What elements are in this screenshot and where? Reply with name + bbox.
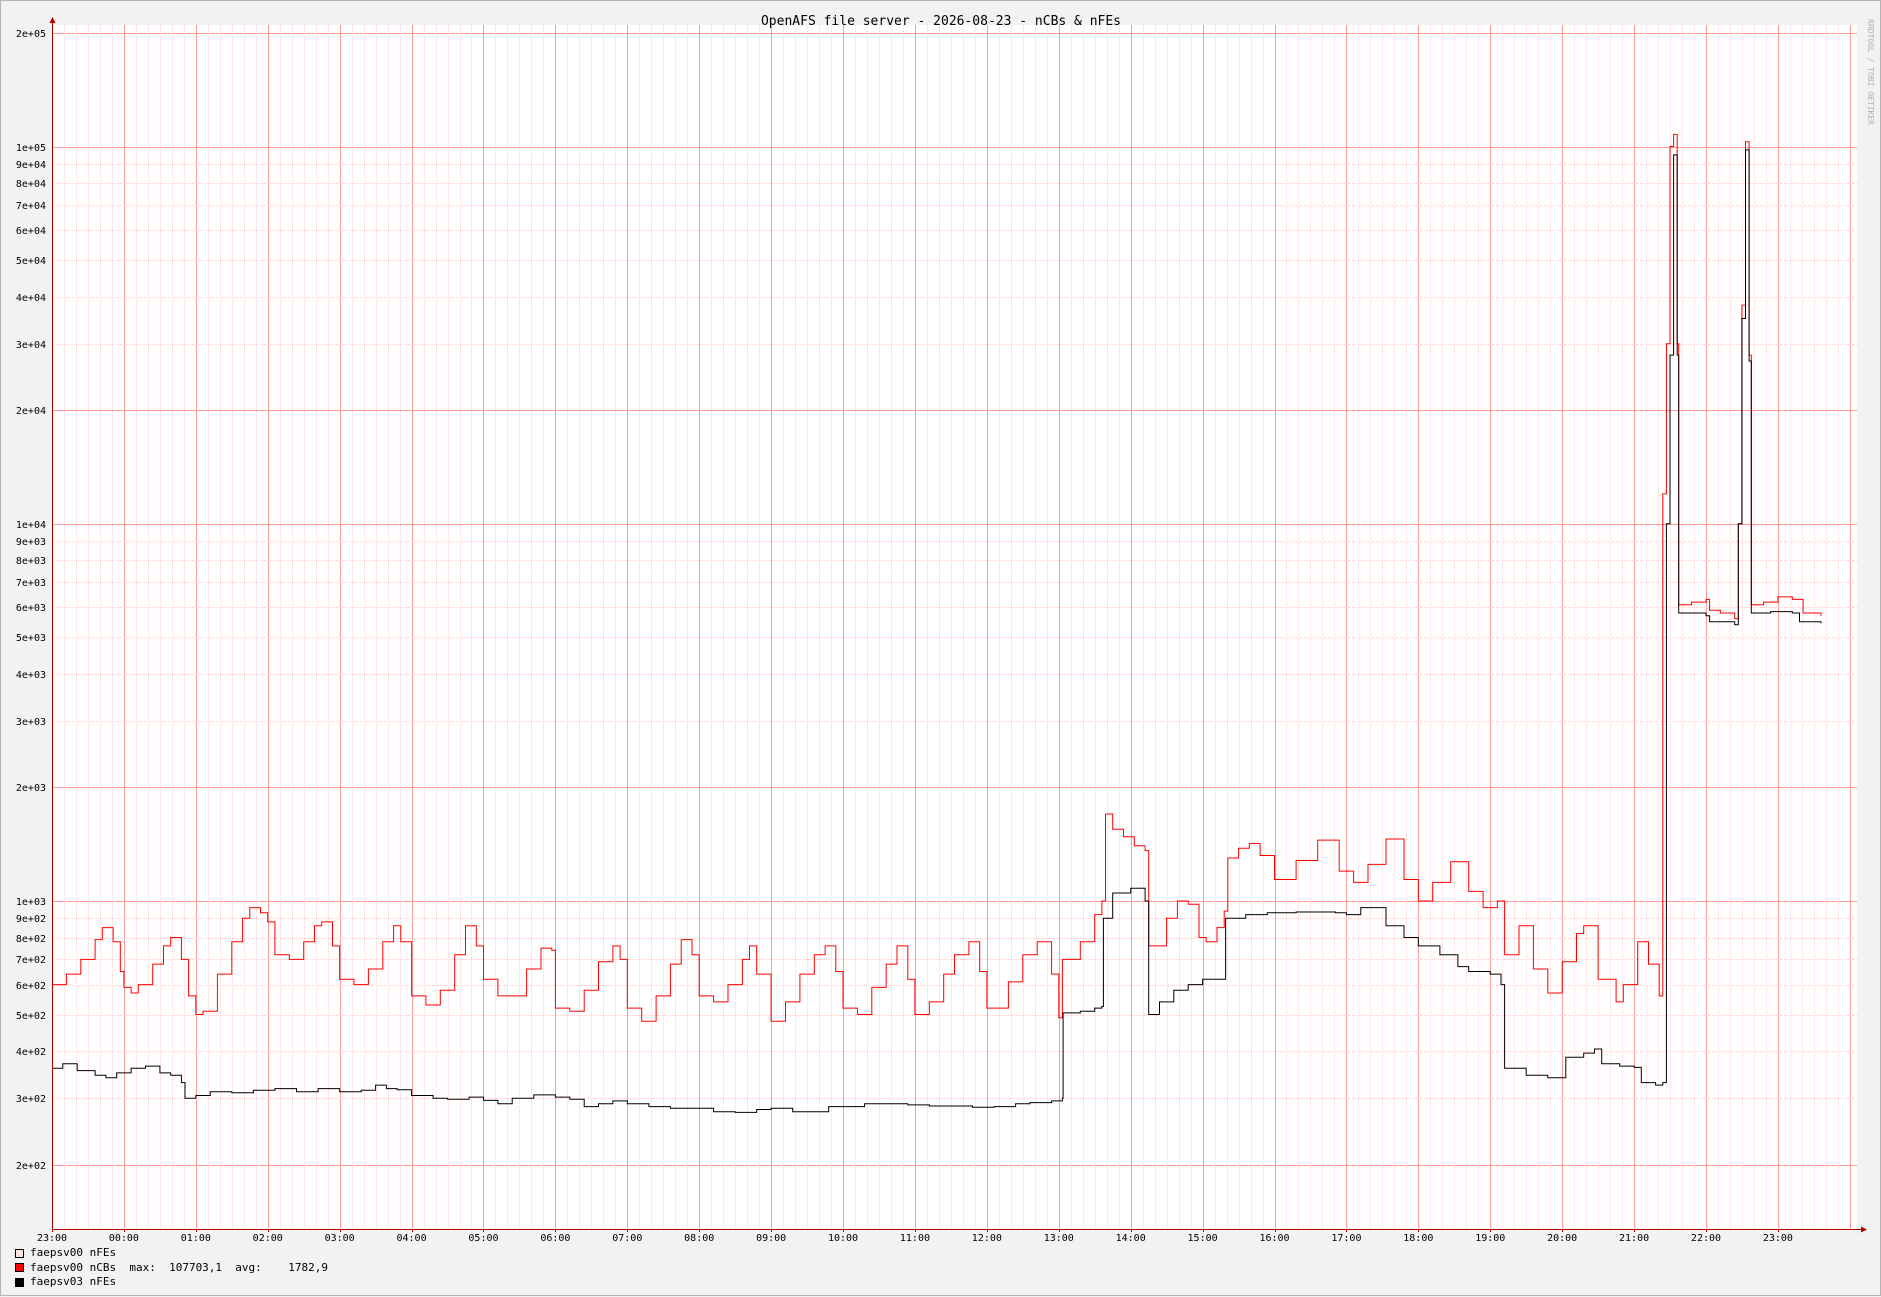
y-tick-label: 8e+03 (16, 556, 46, 567)
y-tick-label: 1e+04 (16, 520, 46, 531)
x-tick-label: 10:00 (828, 1233, 858, 1244)
y-tick-label: 5e+02 (16, 1011, 46, 1022)
y-axis-arrow-icon (49, 17, 56, 23)
x-tick-label: 13:00 (1044, 1233, 1074, 1244)
y-tick-label: 3e+03 (16, 717, 46, 728)
legend-label: faepsv00 nFEs (30, 1246, 117, 1259)
legend-item: faepsv00 nFEs (15, 1246, 328, 1261)
x-tick-label: 08:00 (684, 1233, 714, 1244)
legend-item: faepsv00 nCBs max: 107703,1 avg: 1782,9 (15, 1261, 328, 1276)
y-tick-label: 8e+04 (16, 179, 46, 190)
y-tick-label: 5e+04 (16, 256, 46, 267)
y-tick-label: 8e+02 (16, 934, 46, 945)
x-tick-label: 12:00 (972, 1233, 1002, 1244)
graph-frame: 2e+02 3e+02 4e+02 5e+02 6e+02 7e+02 8e+02 9e+02… (0, 0, 1881, 1296)
y-tick-label: 7e+03 (16, 578, 46, 589)
legend-label: faepsv00 nCBs (30, 1260, 117, 1274)
x-tick-label: 20:00 (1547, 1233, 1577, 1244)
y-tick-label: 3e+02 (16, 1094, 46, 1105)
y-tick-label: 7e+02 (16, 955, 46, 966)
x-tick-label: 23:00 (1763, 1233, 1793, 1244)
x-tick-label: 18:00 (1403, 1233, 1433, 1244)
x-tick-label: 19:00 (1475, 1233, 1505, 1244)
x-tick-label: 00:00 (109, 1233, 139, 1244)
x-axis-arrow-icon (1861, 1226, 1867, 1233)
y-tick-label: 9e+03 (16, 537, 46, 548)
y-tick-label: 1e+05 (16, 143, 46, 154)
x-tick-label: 16:00 (1259, 1233, 1289, 1244)
x-tick-label: 09:00 (756, 1233, 786, 1244)
x-tick-label: 21:00 (1619, 1233, 1649, 1244)
y-tick-label: 3e+04 (16, 340, 46, 351)
y-tick-label: 2e+04 (16, 406, 46, 417)
rrdtool-watermark: RRDTOOL / TOBI OETIKER (1866, 19, 1875, 125)
x-tick-label: 11:00 (900, 1233, 930, 1244)
x-tick-label: 04:00 (397, 1233, 427, 1244)
x-tick-label: 03:00 (325, 1233, 355, 1244)
y-tick-label: 2e+05 (16, 29, 46, 40)
y-tick-label: 9e+02 (16, 914, 46, 925)
x-tick-label: 01:00 (181, 1233, 211, 1244)
y-tick-label: 7e+04 (16, 201, 46, 212)
x-tick-label: 17:00 (1331, 1233, 1361, 1244)
legend-item: faepsv03 nFEs (15, 1275, 328, 1290)
legend-swatch (15, 1277, 24, 1287)
x-tick-label: 22:00 (1691, 1233, 1721, 1244)
x-tick-label: 02:00 (253, 1233, 283, 1244)
y-tick-label: 4e+03 (16, 670, 46, 681)
legend-label: faepsv03 nFEs (30, 1275, 117, 1288)
x-tick-label: 06:00 (540, 1233, 570, 1244)
x-tick-label: 05:00 (468, 1233, 498, 1244)
y-tick-label: 6e+02 (16, 981, 46, 992)
x-tick-label: 07:00 (612, 1233, 642, 1244)
x-tick-label: 15:00 (1188, 1233, 1218, 1244)
y-tick-label: 4e+02 (16, 1047, 46, 1058)
y-tick-label: 2e+03 (16, 783, 46, 794)
chart-svg: 2e+02 3e+02 4e+02 5e+02 6e+02 7e+02 8e+02 9e+02… (16, 14, 1875, 1244)
y-tick-label: 1e+03 (16, 897, 46, 908)
y-tick-label: 9e+04 (16, 160, 46, 171)
y-tick-label: 6e+03 (16, 603, 46, 614)
x-tick-label: 23:00 (37, 1233, 67, 1244)
legend-swatch (15, 1248, 24, 1258)
y-tick-label: 4e+04 (16, 293, 46, 304)
x-tick-label: 14:00 (1116, 1233, 1146, 1244)
legend-stats: max: 107703,1 avg: 1782,9 (116, 1260, 329, 1274)
legend: faepsv00 nFEs faepsv00 nCBs max: 107703,1… (15, 1246, 328, 1290)
legend-swatch (15, 1263, 24, 1273)
y-tick-label: 5e+03 (16, 633, 46, 644)
y-tick-label: 2e+02 (16, 1161, 46, 1172)
y-tick-label: 6e+04 (16, 226, 46, 237)
chart-title: OpenAFS file server - 2026-08-23 - nCBs … (761, 14, 1121, 29)
